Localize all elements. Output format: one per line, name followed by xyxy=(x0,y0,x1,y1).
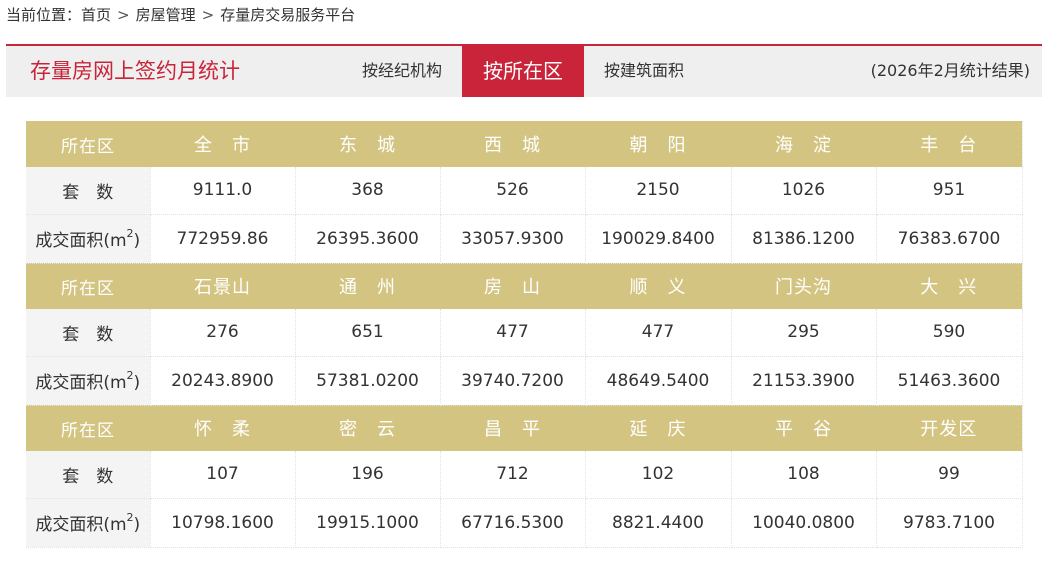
area-value-cell: 57381.0200 xyxy=(295,356,441,406)
area-value-cell: 190029.8400 xyxy=(585,214,732,264)
district-label-cell: 所在区 xyxy=(26,121,150,167)
area-label-superscript: 2 xyxy=(126,227,134,241)
area-row: 成交面积(m2) 772959.86 26395.3600 33057.9300 190… xyxy=(26,214,1023,264)
district-name-cell: 大 兴 xyxy=(876,263,1023,309)
area-row: 成交面积(m2) 20243.8900 57381.0200 39740.7200 48… xyxy=(26,356,1023,406)
count-value-cell: 477 xyxy=(440,309,586,357)
tab-by-district[interactable]: 按所在区 xyxy=(462,46,584,97)
district-name-cell: 门头沟 xyxy=(731,263,876,309)
count-row: 套 数 276 651 477 477 295 590 xyxy=(26,309,1023,357)
count-value-cell: 590 xyxy=(876,309,1023,357)
area-label-close: ) xyxy=(133,515,141,535)
district-name-cell: 丰 台 xyxy=(876,121,1023,167)
area-label-cell: 成交面积(m2) xyxy=(26,356,151,406)
period-note: (2026年2月统计结果) xyxy=(870,61,1030,80)
area-value-cell: 10798.1600 xyxy=(150,498,296,548)
district-name-cell: 顺 义 xyxy=(585,263,731,309)
area-value-cell: 48649.5400 xyxy=(585,356,732,406)
tab-by-agency[interactable]: 按经纪机构 xyxy=(342,46,462,97)
tab-by-area[interactable]: 按建筑面积 xyxy=(584,46,704,97)
count-value-cell: 951 xyxy=(876,167,1023,215)
district-stats-table: 所在区全 市东 城西 城朝 阳海 淀丰 台套 数 9111.0 368 526 2150… xyxy=(26,121,1023,548)
area-label-superscript: 2 xyxy=(126,511,134,525)
district-name-cell: 石景山 xyxy=(150,263,295,309)
district-name-cell: 怀 柔 xyxy=(150,405,295,451)
district-stats-table-wrapper: 所在区全 市东 城西 城朝 阳海 淀丰 台套 数 9111.0 368 526 2150… xyxy=(26,121,1023,548)
area-label-text: 成交面积(m xyxy=(35,231,127,251)
count-value-cell: 526 xyxy=(440,167,586,215)
count-row: 套 数 107 196 712 102 108 99 xyxy=(26,451,1023,499)
area-label-superscript: 2 xyxy=(126,369,134,383)
district-label-cell: 所在区 xyxy=(26,263,150,309)
count-value-cell: 651 xyxy=(295,309,441,357)
area-value-cell: 51463.3600 xyxy=(876,356,1023,406)
area-label-cell: 成交面积(m2) xyxy=(26,498,151,548)
count-value-cell: 276 xyxy=(150,309,296,357)
district-name-cell: 延 庆 xyxy=(585,405,731,451)
district-name-cell: 海 淀 xyxy=(731,121,876,167)
area-value-cell: 76383.6700 xyxy=(876,214,1023,264)
area-label-close: ) xyxy=(133,231,141,251)
count-row: 套 数 9111.0 368 526 2150 1026 951 xyxy=(26,167,1023,215)
count-value-cell: 477 xyxy=(585,309,732,357)
area-label-cell: 成交面积(m2) xyxy=(26,214,151,264)
district-name-cell: 密 云 xyxy=(295,405,440,451)
district-header-row: 所在区 石景山通 州房 山顺 义门头沟大 兴 xyxy=(26,263,1023,309)
area-value-cell: 39740.7200 xyxy=(440,356,586,406)
count-value-cell: 295 xyxy=(731,309,877,357)
breadcrumb-housing-link[interactable]: 房屋管理 xyxy=(136,6,196,24)
area-value-cell: 21153.3900 xyxy=(731,356,877,406)
page-title: 存量房网上签约月统计 xyxy=(30,59,240,83)
district-name-cell: 通 州 xyxy=(295,263,440,309)
area-value-cell: 19915.1000 xyxy=(295,498,441,548)
count-label-cell: 套 数 xyxy=(26,451,151,499)
breadcrumb-prefix: 当前位置： xyxy=(6,6,82,24)
count-value-cell: 99 xyxy=(876,451,1023,499)
area-value-cell: 67716.5300 xyxy=(440,498,586,548)
area-row: 成交面积(m2) 10798.1600 19915.1000 67716.5300 88… xyxy=(26,498,1023,548)
district-header-row: 所在区全 市东 城西 城朝 阳海 淀丰 台 xyxy=(26,121,1023,167)
count-label-cell: 套 数 xyxy=(26,167,151,215)
count-value-cell: 107 xyxy=(150,451,296,499)
district-name-cell: 全 市 xyxy=(150,121,295,167)
district-name-cell: 房 山 xyxy=(440,263,585,309)
area-value-cell: 81386.1200 xyxy=(731,214,877,264)
count-value-cell: 196 xyxy=(295,451,441,499)
district-label-cell: 所在区 xyxy=(26,405,150,451)
district-name-cell: 昌 平 xyxy=(440,405,585,451)
count-value-cell: 712 xyxy=(440,451,586,499)
area-label-text: 成交面积(m xyxy=(35,515,127,535)
area-value-cell: 33057.9300 xyxy=(440,214,586,264)
count-value-cell: 2150 xyxy=(585,167,732,215)
district-name-cell: 平 谷 xyxy=(731,405,876,451)
stats-header-bar: 存量房网上签约月统计 按经纪机构 按所在区 按建筑面积 (2026年2月统计结果… xyxy=(6,46,1042,97)
area-value-cell: 20243.8900 xyxy=(150,356,296,406)
count-value-cell: 1026 xyxy=(731,167,877,215)
breadcrumb-home-link[interactable]: 首页 xyxy=(81,6,111,24)
count-value-cell: 102 xyxy=(585,451,732,499)
count-value-cell: 9111.0 xyxy=(150,167,296,215)
district-header-row: 所在区怀 柔密 云昌 平延 庆平 谷开发区 xyxy=(26,405,1023,451)
count-value-cell: 108 xyxy=(731,451,877,499)
area-value-cell: 9783.7100 xyxy=(876,498,1023,548)
district-name-cell: 朝 阳 xyxy=(585,121,731,167)
area-value-cell: 26395.3600 xyxy=(295,214,441,264)
count-label-cell: 套 数 xyxy=(26,309,151,357)
area-value-cell: 8821.4400 xyxy=(585,498,732,548)
area-label-close: ) xyxy=(133,373,141,393)
area-value-cell: 772959.86 xyxy=(150,214,296,264)
breadcrumb-platform-link[interactable]: 存量房交易服务平台 xyxy=(220,6,355,24)
district-name-cell: 西 城 xyxy=(440,121,585,167)
breadcrumb-separator: > xyxy=(117,6,130,24)
district-name-cell: 开发区 xyxy=(876,405,1023,451)
district-name-cell: 东 城 xyxy=(295,121,440,167)
area-label-text: 成交面积(m xyxy=(35,373,127,393)
area-value-cell: 10040.0800 xyxy=(731,498,877,548)
count-value-cell: 368 xyxy=(295,167,441,215)
breadcrumb-separator: > xyxy=(201,6,215,24)
breadcrumb: 当前位置：首页 > 房屋管理 > 存量房交易服务平台 xyxy=(6,5,355,25)
